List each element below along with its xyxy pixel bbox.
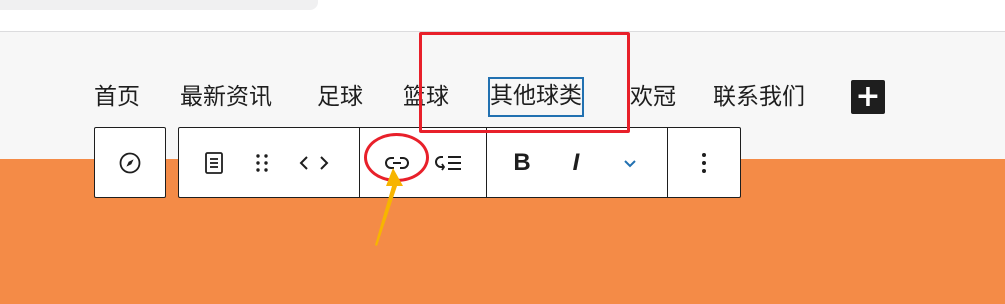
more-rich-text-button[interactable]	[612, 145, 648, 181]
toolbar-segment-block	[179, 128, 360, 197]
italic-button[interactable]: I	[558, 145, 594, 181]
chevron-left-right-icon	[296, 151, 332, 175]
add-block-button[interactable]: +	[851, 80, 885, 114]
chevron-down-icon	[621, 154, 639, 172]
move-button[interactable]	[296, 145, 332, 181]
nav-item-contact-us[interactable]: 联系我们	[713, 78, 805, 116]
paragraph-block-icon	[203, 151, 225, 175]
parent-block-button[interactable]	[196, 145, 232, 181]
browser-tab[interactable]	[0, 0, 318, 10]
block-toolbar: B I	[178, 127, 741, 198]
annotation-arrow-icon	[375, 168, 403, 246]
nav-item-football[interactable]: 足球	[317, 78, 363, 116]
nav-item-champions[interactable]: 欢冠	[630, 78, 676, 116]
add-submenu-button[interactable]	[431, 145, 467, 181]
drag-handle-icon	[253, 151, 271, 175]
options-button[interactable]	[686, 145, 722, 181]
toolbar-segment-options	[668, 128, 740, 197]
more-vertical-icon	[699, 150, 709, 176]
bold-button[interactable]: B	[504, 145, 540, 181]
nav-item-latest-news[interactable]: 最新资讯	[180, 78, 272, 116]
block-type-toolbar	[94, 127, 166, 198]
drag-handle-button[interactable]	[244, 145, 280, 181]
annotation-highlight-rectangle	[419, 32, 630, 133]
navigation-block-button[interactable]	[112, 145, 148, 181]
add-submenu-icon	[434, 151, 464, 175]
browser-top-strip	[0, 0, 1005, 32]
compass-icon	[118, 151, 142, 175]
nav-item-home[interactable]: 首页	[94, 78, 140, 116]
toolbar-segment-format: B I	[487, 128, 668, 197]
